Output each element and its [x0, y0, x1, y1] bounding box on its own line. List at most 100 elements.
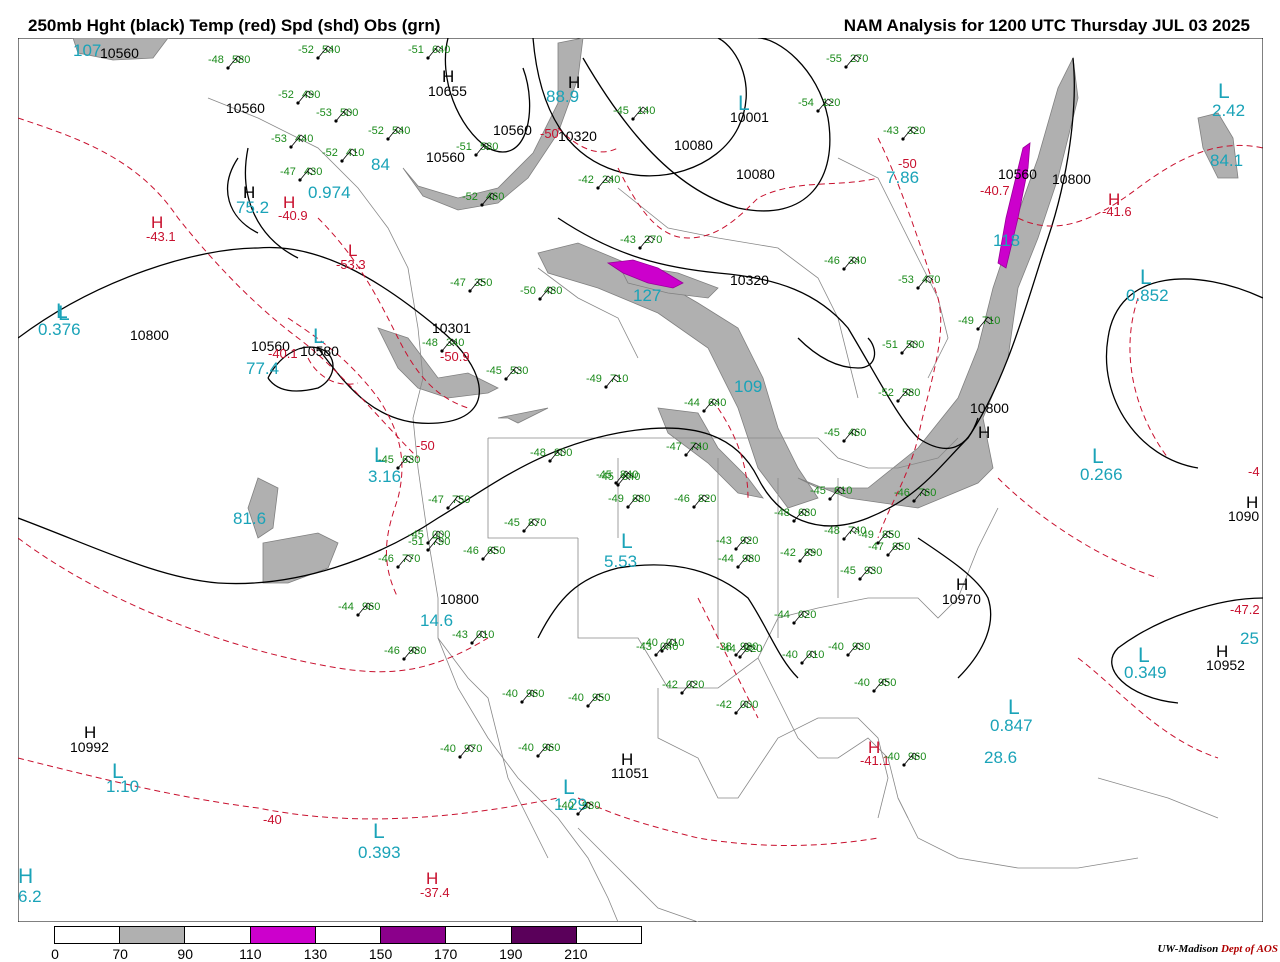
legend-swatch: [381, 927, 447, 943]
temp-high-marker: H: [151, 213, 163, 232]
obs-temperature: -47: [666, 441, 682, 453]
speed-low-marker: L: [621, 530, 633, 553]
temp-label: -50: [540, 126, 559, 141]
speed-low-marker: L: [1138, 644, 1150, 667]
height-high-marker: H: [1216, 642, 1228, 661]
speed-low-marker: L: [373, 820, 385, 843]
speed-label: 127: [633, 286, 661, 305]
temp-high-marker: H: [426, 869, 438, 888]
obs-temperature: -48: [774, 507, 790, 519]
obs-temperature: -49: [586, 373, 602, 385]
obs-temperature: -40: [502, 688, 518, 700]
height-label: 10800: [130, 327, 169, 343]
wind-speed-legend: [54, 926, 642, 944]
legend-swatch: [511, 927, 577, 943]
height-label: 10080: [674, 137, 713, 153]
legend-swatch: [250, 927, 316, 943]
obs-temperature: -43: [452, 629, 468, 641]
obs-temperature: -52: [878, 387, 894, 399]
obs-temperature: -52: [278, 89, 294, 101]
speed-label: 0.393: [358, 843, 401, 862]
obs-temperature: -48: [530, 447, 546, 459]
obs-temperature: -51: [456, 141, 472, 153]
speed-label: 14.6: [420, 611, 453, 630]
obs-temperature: -43: [883, 125, 899, 137]
legend-swatch: [576, 927, 641, 943]
obs-temperature: -42: [780, 547, 796, 559]
height-label: 10320: [558, 128, 597, 144]
obs-temperature: -45: [408, 529, 424, 541]
obs-temperature: -48: [824, 525, 840, 537]
speed-label: 81.6: [233, 509, 266, 528]
speed-label: 0.974: [308, 183, 351, 202]
obs-temperature: -53: [271, 133, 287, 145]
obs-temperature: -45: [824, 427, 840, 439]
speed-label: 2.42: [1212, 101, 1245, 120]
obs-temperature: -38: [716, 641, 732, 653]
obs-temperature: -46: [463, 545, 479, 557]
obs-temperature: -52: [322, 147, 338, 159]
speed-low-marker: L: [1218, 80, 1230, 103]
obs-temperature: -47: [868, 541, 884, 553]
height-label: 10800: [440, 591, 479, 607]
obs-temperature: -42: [578, 174, 594, 186]
credit-label: UW-Madison Dept of AOS: [1157, 943, 1278, 955]
obs-temperature: -45: [810, 485, 826, 497]
obs-temperature: -48: [422, 337, 438, 349]
obs-temperature: -49: [608, 493, 624, 505]
chart-title: 250mb Hght (black) Temp (red) Spd (shd) …: [28, 16, 441, 35]
credit-org: UW-Madison: [1157, 943, 1219, 955]
legend-swatch: [55, 927, 121, 943]
obs-temperature: -55: [826, 53, 842, 65]
obs-temperature: -45: [486, 365, 502, 377]
obs-temperature: -45: [378, 454, 394, 466]
height-high-marker: H: [621, 750, 633, 769]
obs-temperature: -40: [828, 641, 844, 653]
height-high-marker: H: [442, 67, 454, 86]
speed-label: 88.9: [546, 87, 579, 106]
height-label: 10320: [730, 272, 769, 288]
temp-low-marker: L: [348, 241, 357, 260]
obs-temperature: -46: [824, 255, 840, 267]
obs-temperature: -43: [716, 535, 732, 547]
obs-temperature: -54: [798, 97, 814, 109]
obs-temperature: -46: [378, 553, 394, 565]
obs-temperature: -43: [620, 234, 636, 246]
obs-temperature: -45: [840, 565, 856, 577]
obs-temperature: -44: [774, 609, 790, 621]
obs-temperature: -47: [280, 166, 296, 178]
obs-temperature: -40: [568, 692, 584, 704]
obs-temperature: -46: [894, 487, 910, 499]
speed-low-marker: L: [1140, 266, 1152, 289]
obs-temperature: -52: [368, 125, 384, 137]
obs-temperature: -50: [520, 285, 536, 297]
obs-temperature: -45: [504, 517, 520, 529]
speed-label: 77.4: [246, 359, 279, 378]
temp-high-marker: H: [1108, 190, 1120, 209]
obs-temperature: -42: [716, 699, 732, 711]
obs-temperature: -48: [208, 54, 224, 66]
height-label: 10080: [736, 166, 775, 182]
speed-low-marker: L: [1092, 445, 1104, 468]
obs-temperature: -51: [882, 339, 898, 351]
obs-temperature: -44: [338, 601, 354, 613]
speed-label: 107: [73, 41, 101, 60]
legend-swatch: [446, 927, 512, 943]
obs-temperature: -43: [636, 641, 652, 653]
speed-label: 25: [1240, 629, 1259, 648]
speed-low-marker: L: [563, 776, 575, 799]
temp-high-marker: H: [283, 193, 295, 212]
obs-temperature: -53: [316, 107, 332, 119]
height-label: 10560: [998, 166, 1037, 182]
speed-low-marker: L: [1008, 696, 1020, 719]
temp-label: -40.7: [980, 183, 1010, 198]
height-label: 10800: [1052, 171, 1091, 187]
obs-temperature: -40: [558, 800, 574, 812]
temp-label: -40: [263, 812, 282, 827]
obs-temperature: -47: [428, 494, 444, 506]
obs-temperature: -40: [440, 743, 456, 755]
speed-high-marker: H: [18, 865, 33, 888]
obs-temperature: -40: [854, 677, 870, 689]
obs-temperature: -45: [598, 471, 614, 483]
obs-temperature: -51: [408, 44, 424, 56]
